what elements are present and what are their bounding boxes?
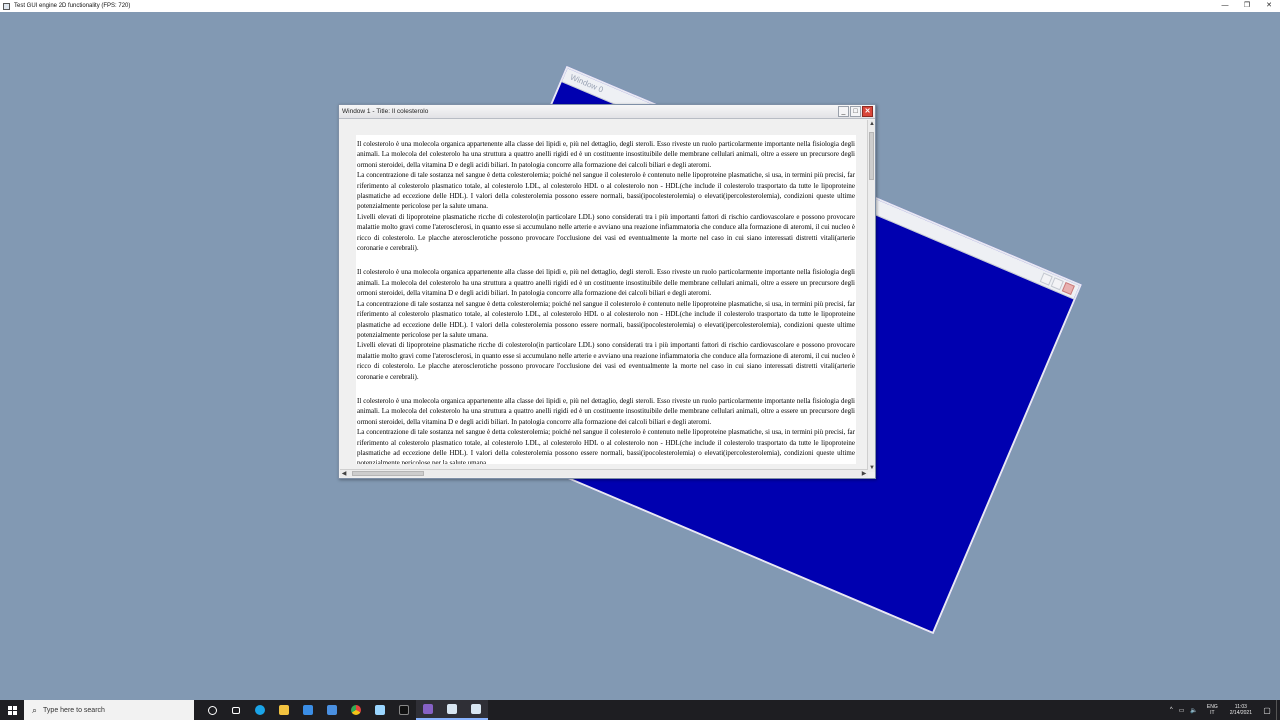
taskbar-search-box[interactable]: ⌕ Type here to search [24, 700, 194, 720]
app-titlebar: Test GUI engine 2D functionality (FPS: 7… [0, 0, 1280, 12]
edge-icon[interactable] [248, 700, 272, 720]
network-icon[interactable]: ▭ [1179, 707, 1185, 714]
paragraph: La concentrazione di tale sostanza nel s… [357, 428, 855, 464]
back-window-controls [1039, 272, 1075, 296]
horizontal-scroll-thumb[interactable] [352, 471, 424, 476]
language-indicator[interactable]: ENG IT [1207, 704, 1218, 716]
keyboard-layout: IT [1210, 710, 1215, 716]
task-view-icon[interactable] [200, 700, 224, 720]
windows-logo-icon [7, 705, 17, 715]
horizontal-scrollbar[interactable]: ◀ ▶ [340, 469, 868, 477]
app-window-controls: — ❐ ✕ [1214, 0, 1280, 12]
scroll-up-arrow-icon[interactable]: ▲ [868, 120, 876, 128]
text-panel[interactable]: Il colesterolo è una molecola organica a… [356, 135, 856, 464]
file-explorer-icon[interactable] [272, 700, 296, 720]
active-window-icon[interactable] [464, 700, 488, 720]
paragraph-block: Il colesterolo è una molecola organica a… [356, 263, 856, 381]
clock-date: 2/14/2021 [1229, 710, 1252, 716]
paragraph: Il colesterolo è una molecola organica a… [357, 140, 855, 169]
search-icon: ⌕ [32, 704, 38, 715]
speaker-icon[interactable]: 🔈 [1190, 707, 1197, 714]
window-app-icon[interactable] [440, 700, 464, 720]
clock[interactable]: 11:03 2/14/2021 [1230, 704, 1252, 716]
search-placeholder: Type here to search [43, 706, 105, 714]
minimize-button[interactable]: — [1214, 0, 1236, 12]
scroll-right-arrow-icon[interactable]: ▶ [860, 470, 868, 478]
front-window-title: Window 1 - Title: Il colesterolo [342, 108, 429, 115]
paragraph: Livelli elevati di lipoproteine plasmati… [357, 212, 855, 253]
paragraph: Il colesterolo è una molecola organica a… [357, 396, 855, 426]
front-window-titlebar[interactable]: Window 1 - Title: Il colesterolo _ □ ✕ [339, 105, 875, 119]
paragraph: Il colesterolo è una molecola organica a… [357, 268, 855, 298]
show-desktop-button[interactable] [1276, 700, 1280, 720]
back-close-button[interactable] [1061, 281, 1075, 296]
front-window-controls: _ □ ✕ [838, 106, 873, 117]
minimize-button[interactable]: _ [838, 106, 849, 117]
paragraph: La concentrazione di tale sostanza nel s… [357, 171, 855, 211]
front-window[interactable]: Window 1 - Title: Il colesterolo _ □ ✕ I… [338, 104, 876, 479]
paragraph: Livelli elevati di lipoproteine plasmati… [357, 341, 855, 381]
multitask-icon[interactable] [224, 700, 248, 720]
scroll-down-arrow-icon[interactable]: ▼ [868, 464, 876, 472]
taskbar-pinned-apps [200, 700, 488, 720]
notifications-icon[interactable]: ▢ [1258, 700, 1276, 720]
app-window-icon [3, 2, 10, 10]
paragraph-block: Il colesterolo è una molecola organica a… [356, 392, 856, 464]
app-title: Test GUI engine 2D functionality (FPS: 7… [14, 3, 131, 9]
vertical-scroll-thumb[interactable] [869, 132, 874, 180]
taskbar: ⌕ Type here to search ^ ▭ 🔈 ENG IT 11:03… [0, 700, 1280, 720]
close-button[interactable]: ✕ [862, 106, 873, 117]
store-icon[interactable] [296, 700, 320, 720]
system-tray: ^ ▭ 🔈 ENG IT 11:03 2/14/2021 ▢ [1167, 700, 1280, 720]
paragraph: La concentrazione di tale sostanza nel s… [357, 299, 855, 339]
back-window-title: Window 0 [568, 72, 605, 95]
chrome-icon[interactable] [344, 700, 368, 720]
app-icon[interactable] [368, 700, 392, 720]
maximize-button[interactable]: ❐ [1236, 0, 1258, 12]
close-button[interactable]: ✕ [1258, 0, 1280, 12]
paragraph-block: Il colesterolo è una molecola organica a… [356, 135, 856, 253]
terminal-icon[interactable] [392, 700, 416, 720]
visual-studio-icon[interactable] [416, 700, 440, 720]
mail-icon[interactable] [320, 700, 344, 720]
tray-chevron-icon[interactable]: ^ [1170, 707, 1173, 713]
scroll-left-arrow-icon[interactable]: ◀ [340, 470, 348, 478]
window-content: Il colesterolo è una molecola organica a… [340, 120, 868, 472]
maximize-button[interactable]: □ [850, 106, 861, 117]
start-button[interactable] [0, 700, 24, 720]
vertical-scrollbar[interactable]: ▲ ▼ [867, 120, 875, 472]
